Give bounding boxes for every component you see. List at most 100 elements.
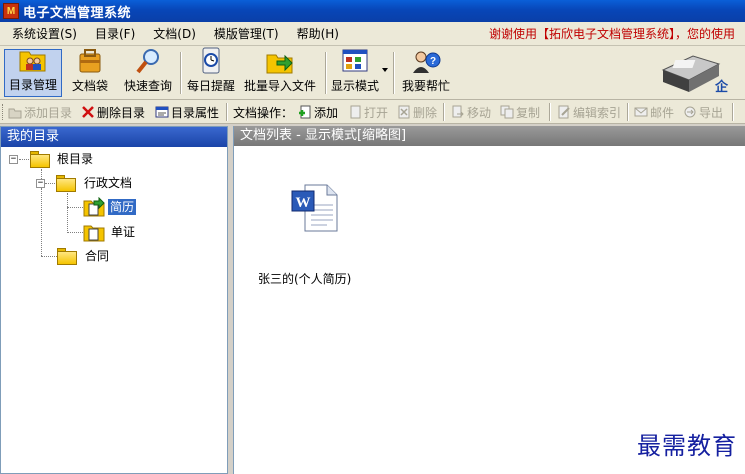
help-person-icon: ?	[411, 47, 441, 75]
document-name[interactable]: 张三的(个人简历)	[258, 270, 351, 287]
quick-search-button[interactable]: 快速查询	[120, 49, 176, 97]
tree-connector	[67, 232, 83, 233]
tree-connector	[19, 159, 29, 160]
menu-system-settings[interactable]: 系统设置(S)	[0, 24, 86, 44]
document-folder-icon	[83, 196, 105, 217]
menu-bar: 系统设置(S) 目录(F) 文档(D) 模版管理(T) 帮助(H) 谢谢使用【拓…	[0, 22, 745, 46]
copy-document-button[interactable]: 复制	[500, 103, 540, 121]
display-mode-dropdown-icon[interactable]	[382, 68, 388, 72]
menu-help[interactable]: 帮助(H)	[288, 24, 348, 44]
tree-connector	[41, 256, 57, 257]
move-document-button[interactable]: 移动	[451, 103, 491, 121]
export-icon	[683, 105, 697, 119]
welcome-notice: 谢谢使用【拓欣电子文档管理系统】，您的使用	[489, 27, 736, 41]
brand-text: 企	[715, 80, 729, 95]
watermark-text: 最需教育	[637, 432, 737, 460]
tree-connector	[67, 193, 68, 233]
secondary-toolbar: 添加目录 删除目录 目录属性 文档操作： 添加 打开 删除 移动 复制 编辑索引…	[0, 100, 745, 124]
directory-management-button[interactable]: 目录管理	[4, 49, 62, 97]
admin-docs-collapse-toggle[interactable]: −	[36, 179, 45, 188]
tree-node-resume[interactable]: 简历	[108, 199, 137, 215]
directory-properties-button[interactable]: 目录属性	[155, 103, 219, 121]
copy-document-label: 复制	[516, 105, 541, 120]
tree-connector	[45, 183, 55, 184]
word-document-icon[interactable]: W	[291, 183, 341, 233]
add-document-button[interactable]: 添加	[298, 103, 338, 121]
document-bag-label: 文档袋	[71, 79, 108, 93]
window-title: 电子文档管理系统	[23, 5, 132, 21]
edit-index-icon	[557, 105, 571, 119]
open-document-icon	[348, 105, 362, 119]
mail-label: 邮件	[650, 105, 675, 120]
export-label: 导出	[699, 105, 724, 120]
svg-text:W: W	[296, 195, 311, 211]
main-toolbar: 目录管理 文档袋 快速查询 每日提醒 批量导入文件 显示模式 ? 我要帮忙 企	[0, 46, 745, 100]
add-document-label: 添加	[314, 105, 339, 120]
clock-icon	[196, 47, 226, 75]
directory-properties-label: 目录属性	[171, 105, 220, 120]
document-operations-label: 文档操作：	[233, 105, 294, 120]
directory-panel-title: 我的目录	[1, 127, 227, 147]
help-label: 我要帮忙	[401, 79, 450, 93]
toolbar-separator	[627, 103, 629, 121]
export-button[interactable]: 导出	[683, 103, 723, 121]
directory-management-label: 目录管理	[8, 78, 57, 92]
display-mode-label: 显示模式	[330, 79, 379, 93]
delete-document-label: 删除	[413, 105, 438, 120]
menu-directory[interactable]: 目录(F)	[86, 24, 144, 44]
move-document-label: 移动	[467, 105, 492, 120]
properties-icon	[155, 105, 169, 119]
toolbar-separator	[226, 103, 228, 121]
document-bag-button[interactable]: 文档袋	[68, 49, 112, 97]
display-mode-icon	[340, 47, 370, 75]
document-list-panel: 文档列表 - 显示模式[缩略图]	[233, 126, 745, 474]
display-mode-button[interactable]: 显示模式	[329, 49, 381, 97]
svg-text:?: ?	[430, 56, 436, 67]
title-bar[interactable]: M 电子文档管理系统	[0, 0, 745, 22]
edit-index-label: 编辑索引	[573, 105, 622, 120]
folder-import-icon	[265, 47, 295, 75]
open-document-button[interactable]: 打开	[348, 103, 388, 121]
add-directory-button[interactable]: 添加目录	[8, 103, 72, 121]
open-document-label: 打开	[364, 105, 389, 120]
folder-icon	[57, 248, 77, 265]
app-icon: M	[3, 3, 19, 19]
add-folder-icon	[8, 105, 22, 119]
add-document-icon	[298, 105, 312, 119]
help-button[interactable]: ? 我要帮忙	[399, 49, 453, 97]
toolbar-separator	[180, 52, 182, 94]
toolbar-separator	[732, 103, 734, 121]
mail-button[interactable]: 邮件	[634, 103, 674, 121]
tree-node-receipt[interactable]: 单证	[109, 224, 137, 240]
delete-document-icon	[397, 105, 411, 119]
magnifier-icon	[133, 47, 163, 75]
root-collapse-toggle[interactable]: −	[9, 155, 18, 164]
batch-import-button[interactable]: 批量导入文件	[241, 49, 319, 97]
toolbar-grip[interactable]	[2, 104, 5, 120]
folder-icon	[30, 151, 50, 168]
batch-import-label: 批量导入文件	[243, 79, 316, 93]
menu-template-management[interactable]: 模版管理(T)	[205, 24, 288, 44]
toolbar-separator	[549, 103, 551, 121]
toolbar-separator	[393, 52, 395, 94]
copy-icon	[500, 105, 514, 119]
folder-user-icon	[18, 46, 48, 74]
daily-reminder-label: 每日提醒	[186, 79, 235, 93]
tree-node-admin-docs[interactable]: 行政文档	[82, 175, 134, 191]
toolbar-separator	[325, 52, 327, 94]
delete-document-button[interactable]: 删除	[397, 103, 437, 121]
delete-directory-button[interactable]: 删除目录	[81, 103, 145, 121]
edit-index-button[interactable]: 编辑索引	[557, 103, 621, 121]
daily-reminder-button[interactable]: 每日提醒	[185, 47, 237, 97]
tree-node-contract[interactable]: 合同	[83, 248, 111, 264]
red-x-icon	[81, 105, 95, 119]
move-icon	[451, 105, 465, 119]
document-folder-icon	[83, 222, 105, 242]
tree-connector	[67, 207, 83, 208]
folder-icon	[56, 175, 76, 192]
menu-document[interactable]: 文档(D)	[144, 24, 205, 44]
toolbar-separator	[443, 103, 445, 121]
scanner-logo: 企	[661, 50, 731, 96]
tree-node-root[interactable]: 根目录	[55, 151, 95, 167]
mail-icon	[634, 105, 648, 119]
